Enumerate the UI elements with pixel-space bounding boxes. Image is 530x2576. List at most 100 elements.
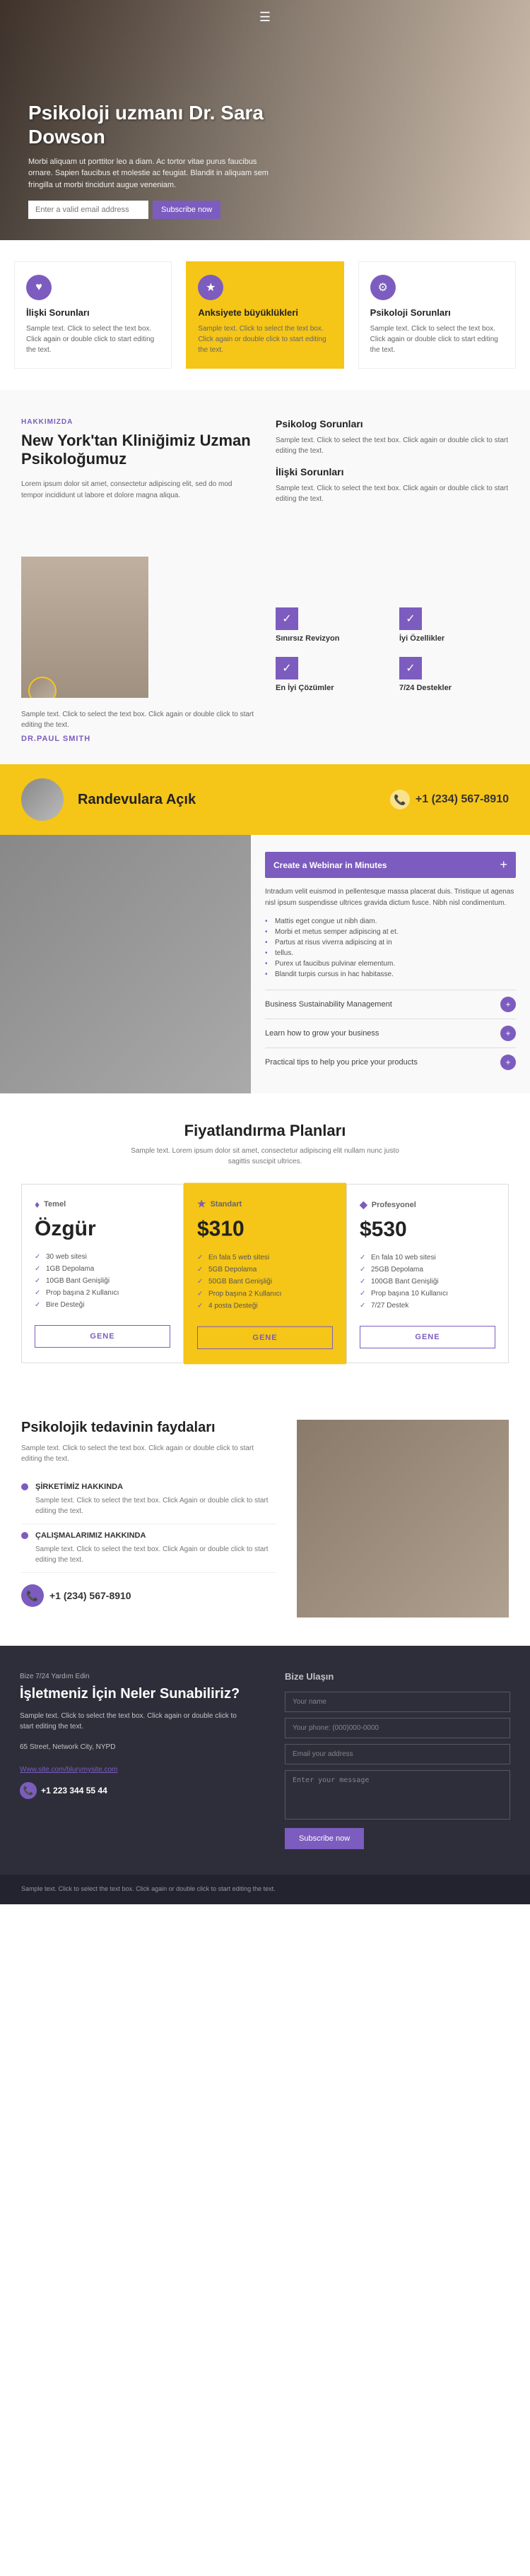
- hero-form: Subscribe now: [28, 201, 283, 219]
- cta-banner-image: [21, 778, 64, 821]
- contact-title: Bize Ulaşın: [285, 1671, 510, 1682]
- doctor-section: Sample text. Click to select the text bo…: [0, 542, 530, 764]
- accordion-header-1[interactable]: ŞİRKETİMİZ HAKKINDA: [21, 1483, 276, 1491]
- check-icon-3: ✓: [276, 657, 298, 679]
- webinar-item-title-3: Practical tips to help you price your pr…: [265, 1058, 418, 1067]
- check-label-1: Sınırsız Revizyon: [276, 634, 339, 643]
- accordion-dot-1: [21, 1483, 28, 1490]
- plan-btn-3[interactable]: GENE: [360, 1326, 495, 1348]
- iliski-title: İlişki Sorunları: [276, 466, 509, 477]
- benefits-title: Psikolojik tedavinin faydaları: [21, 1420, 276, 1436]
- pricing-card-1: ♦ Temel Özgür 30 web sitesi 1GB Depolama…: [21, 1184, 184, 1363]
- accordion-body-2: Sample text. Click to select the text bo…: [21, 1544, 276, 1565]
- footer-submit-button[interactable]: Subscribe now: [285, 1828, 364, 1849]
- webinar-title: Create a Webinar in Minutes: [273, 860, 387, 870]
- hero-section: Psikoloji uzmanı Dr. Sara Dowson Morbi a…: [0, 0, 530, 240]
- webinar-item-2[interactable]: Learn how to grow your business +: [265, 1019, 516, 1047]
- footer-phone-row[interactable]: 📞 +1 223 344 55 44: [20, 1782, 245, 1799]
- feature-icon-1: ♥: [26, 275, 52, 300]
- feature-card-2: ★ Anksiyete büyüklükleri Sample text. Cl…: [186, 261, 343, 369]
- accordion-header-2[interactable]: ÇALIŞMALARIMIZ HAKKINDA: [21, 1531, 276, 1540]
- check-icon-4: ✓: [399, 657, 422, 679]
- webinar-list: Mattis eget congue ut nibh diam. Morbi e…: [265, 916, 516, 980]
- benefits-phone[interactable]: 📞 +1 (234) 567-8910: [21, 1584, 276, 1607]
- about-description: Lorem ipsum dolor sit amet, consectetur …: [21, 479, 254, 501]
- hero-title: Psikoloji uzmanı Dr. Sara Dowson: [28, 101, 283, 148]
- webinar-item-3[interactable]: Practical tips to help you price your pr…: [265, 1047, 516, 1076]
- pricing-header: Fiyatlandırma Planları Sample text. Lore…: [21, 1122, 509, 1167]
- webinar-content: Create a Webinar in Minutes + Intradum v…: [251, 835, 530, 1093]
- check-item-2: ✓ İyi Özellikler: [399, 607, 509, 643]
- check-item-3: ✓ En İyi Çözümler: [276, 657, 385, 692]
- list-item: Partus at risus viverra adipiscing at in: [265, 937, 516, 948]
- plan-label-3: ◆ Profesyonel: [360, 1199, 495, 1211]
- check-label-2: İyi Özellikler: [399, 634, 444, 643]
- footer-cta-title: İşletmeniz İçin Neler Sunabiliriz?: [20, 1686, 245, 1702]
- cta-phone[interactable]: 📞 +1 (234) 567-8910: [390, 790, 509, 809]
- benefits-description: Sample text. Click to select the text bo…: [21, 1443, 276, 1464]
- plan-label-1: ♦ Temel: [35, 1199, 170, 1210]
- plan-feature: 5GB Depolama: [197, 1264, 333, 1276]
- webinar-image: [0, 835, 251, 1093]
- plan-price-1: Özgür: [35, 1217, 170, 1241]
- webinar-item-icon-3: +: [500, 1055, 516, 1070]
- plan-name-3: Profesyonel: [372, 1201, 416, 1209]
- list-item: Mattis eget congue ut nibh diam.: [265, 916, 516, 927]
- footer-name-input[interactable]: [285, 1692, 510, 1712]
- pricing-section: Fiyatlandırma Planları Sample text. Lore…: [0, 1093, 530, 1391]
- hero-submit-button[interactable]: Subscribe now: [153, 201, 220, 219]
- footer-bottom: Sample text. Click to select the text bo…: [0, 1875, 530, 1904]
- cta-banner: Randevulara Açık 📞 +1 (234) 567-8910: [0, 764, 530, 835]
- doctor-name: DR.PAUL SMITH: [21, 735, 254, 743]
- plan-feature: 1GB Depolama: [35, 1263, 170, 1275]
- webinar-expand-icon[interactable]: +: [500, 857, 507, 872]
- plan-name-1: Temel: [44, 1200, 66, 1209]
- about-tag: HAKKIMIZDA: [21, 418, 254, 426]
- plan-feature: Prop başına 10 Kullanıcı: [360, 1288, 495, 1300]
- feature-text-3: Sample text. Click to select the text bo…: [370, 324, 504, 355]
- feature-title-2: Anksiyete büyüklükleri: [198, 307, 331, 318]
- footer-phone-input[interactable]: [285, 1718, 510, 1738]
- plan-features-3: En fala 10 web sitesi 25GB Depolama 100G…: [360, 1252, 495, 1312]
- plan-feature: 10GB Bant Genişliği: [35, 1275, 170, 1287]
- iliski-text: Sample text. Click to select the text bo…: [276, 483, 509, 504]
- feature-card-3: ⚙ Psikoloji Sorunları Sample text. Click…: [358, 261, 516, 369]
- check-icon-1: ✓: [276, 607, 298, 630]
- check-icon-2: ✓: [399, 607, 422, 630]
- plan-feature: 50GB Bant Genişliği: [197, 1276, 333, 1288]
- feature-title-1: İlişki Sorunları: [26, 307, 160, 318]
- feature-text-2: Sample text. Click to select the text bo…: [198, 324, 331, 355]
- webinar-description: Intradum velit euismod in pellentesque m…: [265, 886, 516, 909]
- footer-form: Subscribe now: [285, 1692, 510, 1849]
- footer-email-input[interactable]: [285, 1744, 510, 1764]
- plan-price-2: $310: [197, 1217, 333, 1241]
- benefits-left: Psikolojik tedavinin faydaları Sample te…: [21, 1420, 276, 1618]
- footer-cta-left: Bize 7/24 Yardım Edin İşletmeniz İçin Ne…: [0, 1646, 265, 1875]
- about-right: Psikolog Sorunları Sample text. Click to…: [276, 418, 509, 514]
- footer-website[interactable]: Www.site.com/blurymysite.com: [20, 1766, 117, 1774]
- cta-banner-text: Randevulara Açık: [78, 791, 196, 808]
- footer-message-input[interactable]: [285, 1770, 510, 1820]
- accordion-item-1: ŞİRKETİMİZ HAKKINDA Sample text. Click t…: [21, 1476, 276, 1524]
- plan-price-3: $530: [360, 1218, 495, 1242]
- about-section: HAKKIMIZDA New York'tan Kliniğimiz Uzman…: [0, 390, 530, 542]
- accordion-body-1: Sample text. Click to select the text bo…: [21, 1495, 276, 1516]
- hero-email-input[interactable]: [28, 201, 148, 219]
- accordion-title-2: ÇALIŞMALARIMIZ HAKKINDA: [35, 1531, 146, 1540]
- accordion-dot-2: [21, 1532, 28, 1539]
- webinar-item-icon-1: +: [500, 997, 516, 1012]
- plan-feature: 25GB Depolama: [360, 1264, 495, 1276]
- plan-feature: 100GB Bant Genişliği: [360, 1276, 495, 1288]
- plan-icon-2: ★: [197, 1198, 206, 1210]
- footer-phone-number: +1 223 344 55 44: [41, 1786, 107, 1796]
- plan-btn-1[interactable]: GENE: [35, 1325, 170, 1348]
- pricing-cards: ♦ Temel Özgür 30 web sitesi 1GB Depolama…: [21, 1184, 509, 1363]
- webinar-item-1[interactable]: Business Sustainability Management +: [265, 990, 516, 1019]
- plan-btn-2[interactable]: GENE: [197, 1326, 333, 1349]
- phone-icon: 📞: [390, 790, 410, 809]
- hamburger-menu[interactable]: ☰: [259, 10, 271, 25]
- footer-cta-right: Bize Ulaşın Subscribe now: [265, 1646, 530, 1875]
- plan-feature: 30 web sitesi: [35, 1251, 170, 1263]
- benefits-section: Psikolojik tedavinin faydaları Sample te…: [0, 1391, 530, 1646]
- list-item: Purex ut faucibus pulvinar elementum.: [265, 958, 516, 969]
